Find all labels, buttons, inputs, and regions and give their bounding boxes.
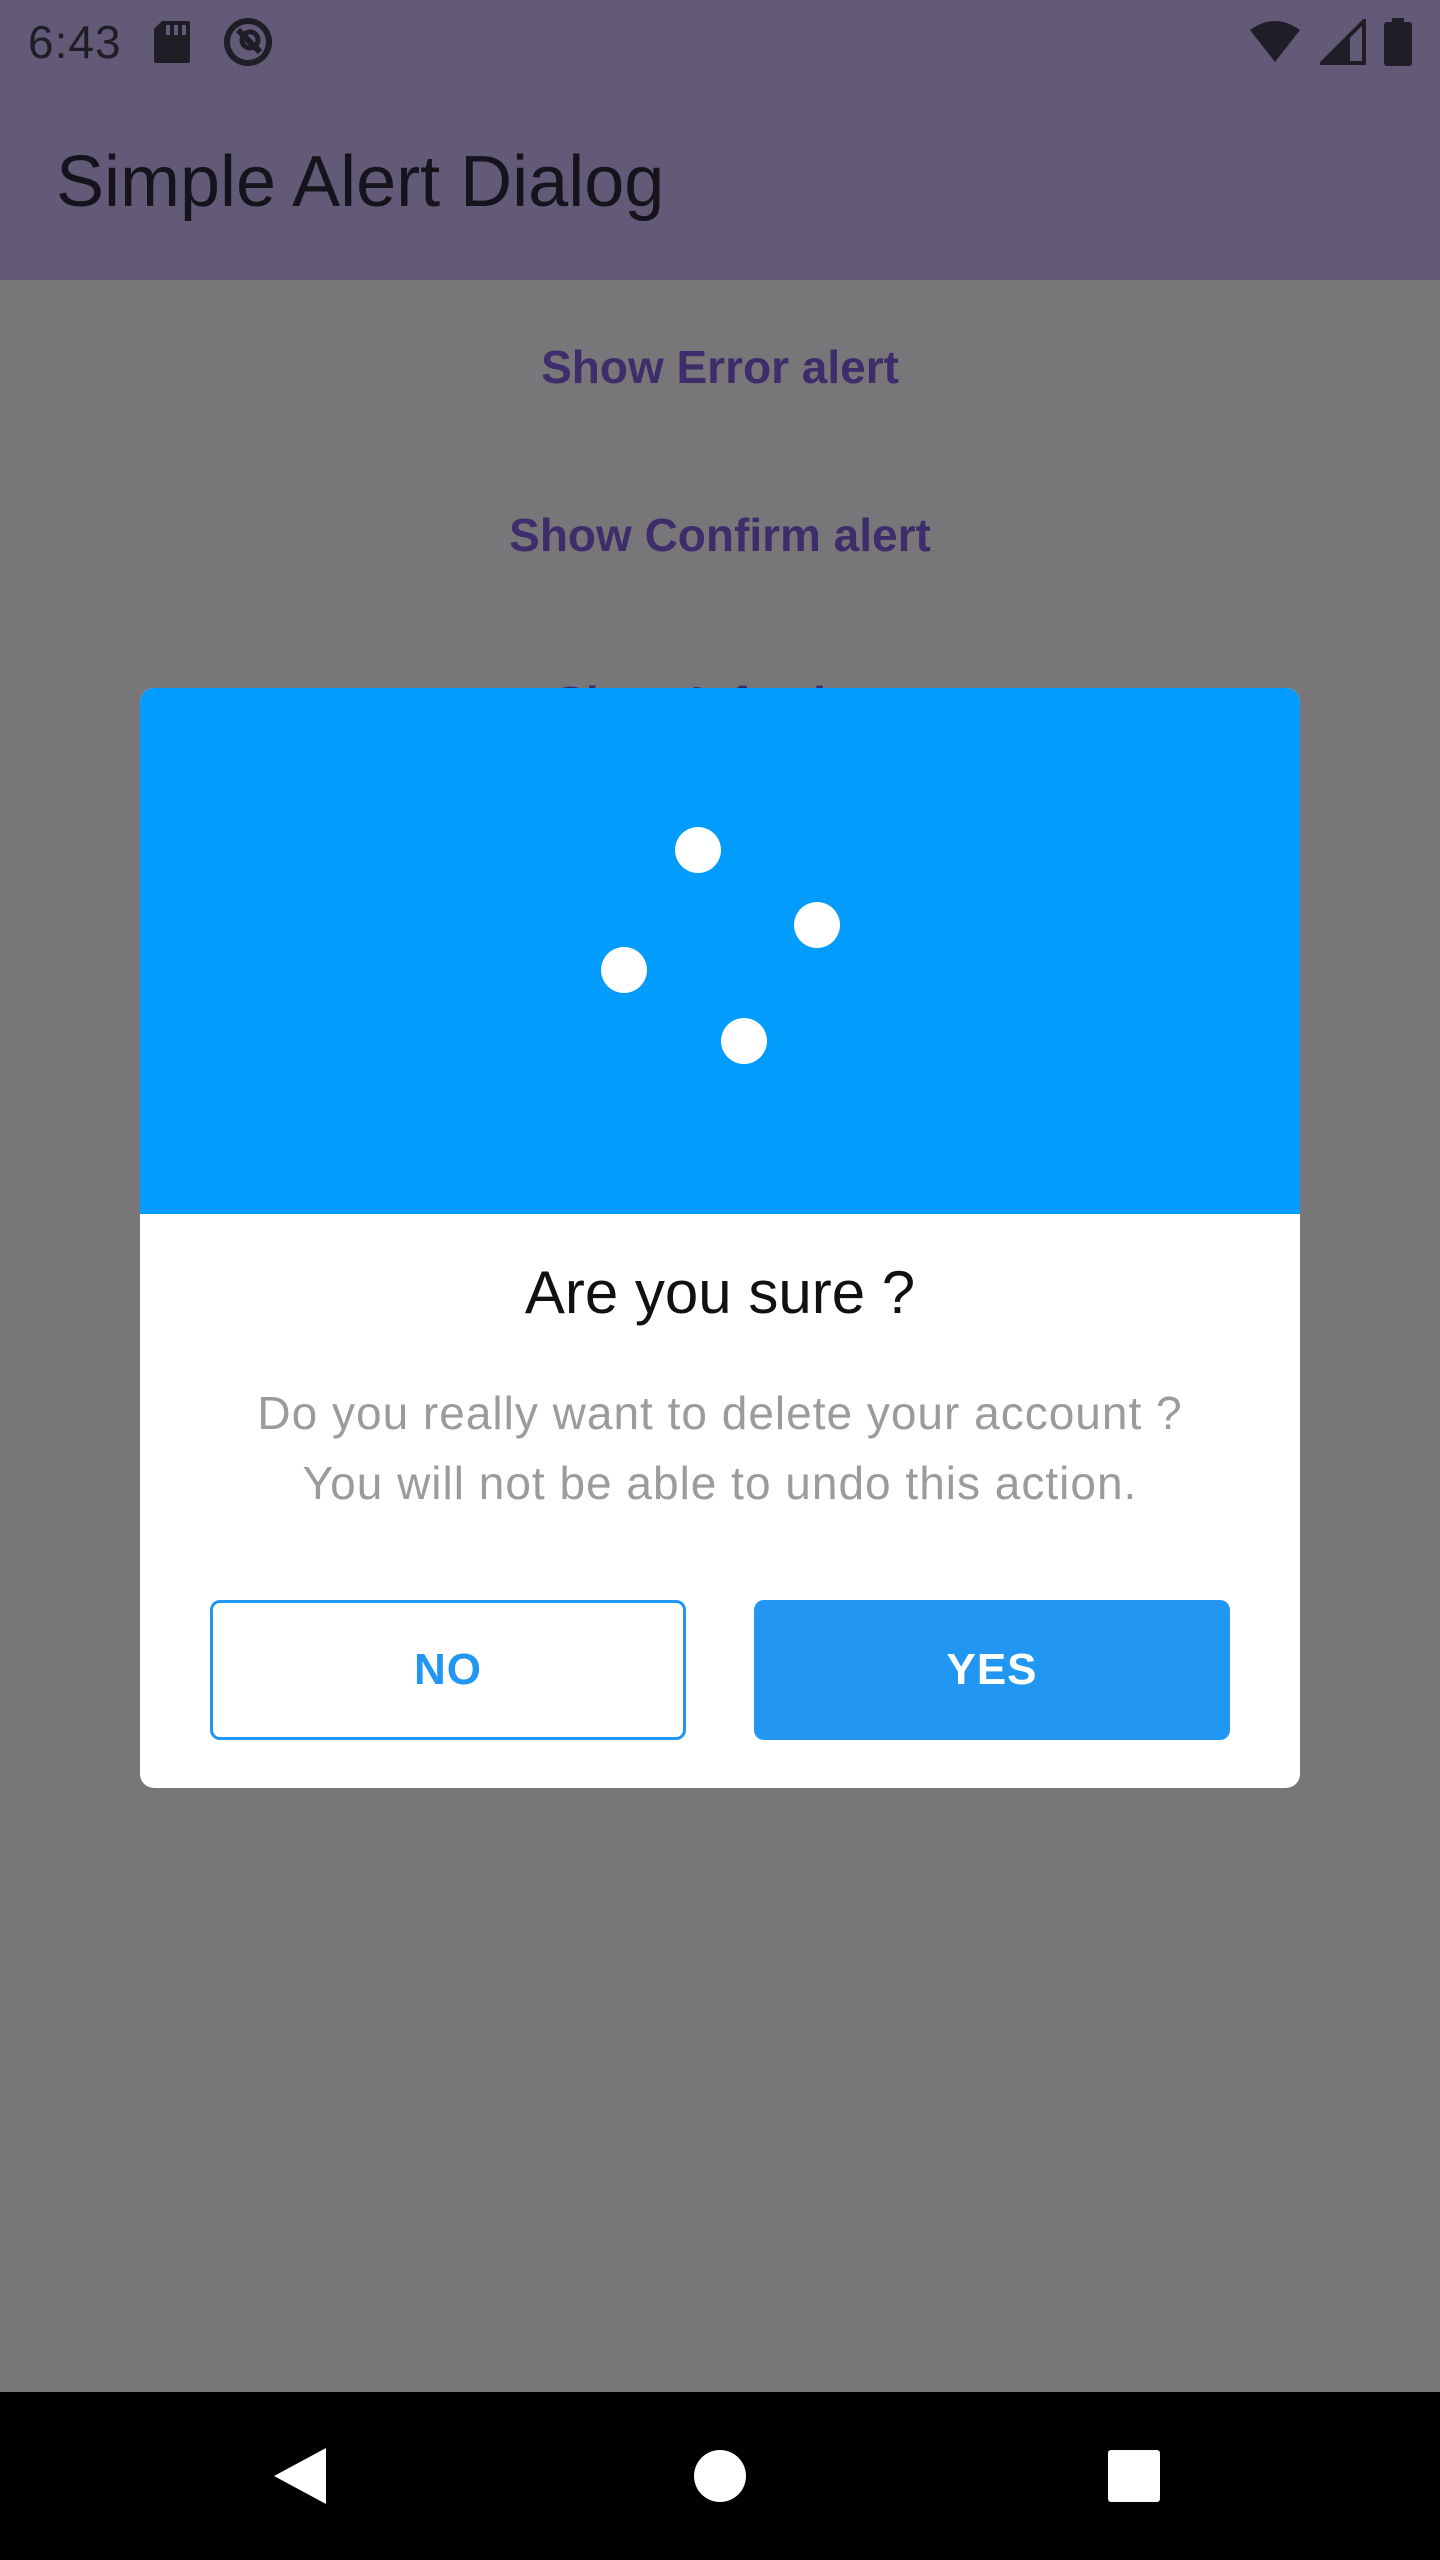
navigation-bar	[0, 2392, 1440, 2560]
battery-icon	[1384, 18, 1412, 66]
home-button[interactable]	[620, 2392, 820, 2560]
dialog-header	[140, 688, 1300, 1214]
confirm-dialog: Are you sure ? Do you really want to del…	[140, 688, 1300, 1788]
do-not-disturb-icon	[223, 18, 272, 66]
loading-dot	[675, 827, 721, 873]
app-bar: Simple Alert Dialog	[0, 84, 1440, 280]
dialog-title: Are you sure ?	[524, 1259, 916, 1326]
yes-button[interactable]: YES	[754, 1600, 1230, 1740]
app-title: Simple Alert Dialog	[56, 142, 665, 222]
dialog-message: Do you really want to delete your accoun…	[200, 1378, 1240, 1518]
loading-dot	[601, 947, 647, 993]
recents-button[interactable]	[1034, 2392, 1234, 2560]
back-icon	[274, 2448, 326, 2504]
loading-dot	[794, 902, 840, 948]
status-time: 6:43	[28, 16, 122, 68]
loading-dots-icon	[601, 827, 840, 1064]
back-button[interactable]	[200, 2392, 400, 2560]
show-confirm-alert-button[interactable]: Show Confirm alert	[0, 508, 1440, 562]
no-button[interactable]: NO	[210, 1600, 686, 1740]
status-bar: 6:43	[0, 0, 1440, 84]
recents-icon	[1108, 2450, 1160, 2502]
home-icon	[694, 2450, 746, 2502]
dialog-message-line-1: Do you really want to delete your accoun…	[257, 1387, 1183, 1439]
cell-signal-icon	[1320, 19, 1366, 65]
sd-card-icon	[153, 21, 190, 63]
wifi-icon	[1250, 21, 1300, 62]
show-error-alert-button[interactable]: Show Error alert	[0, 340, 1440, 394]
dialog-message-line-2: You will not be able to undo this action…	[302, 1457, 1138, 1509]
status-left: 6:43	[28, 15, 274, 69]
screen: 6:43 Simple Alert Dialog Show Error aler…	[0, 0, 1440, 2560]
loading-dot	[721, 1018, 767, 1064]
status-right	[1248, 18, 1412, 66]
